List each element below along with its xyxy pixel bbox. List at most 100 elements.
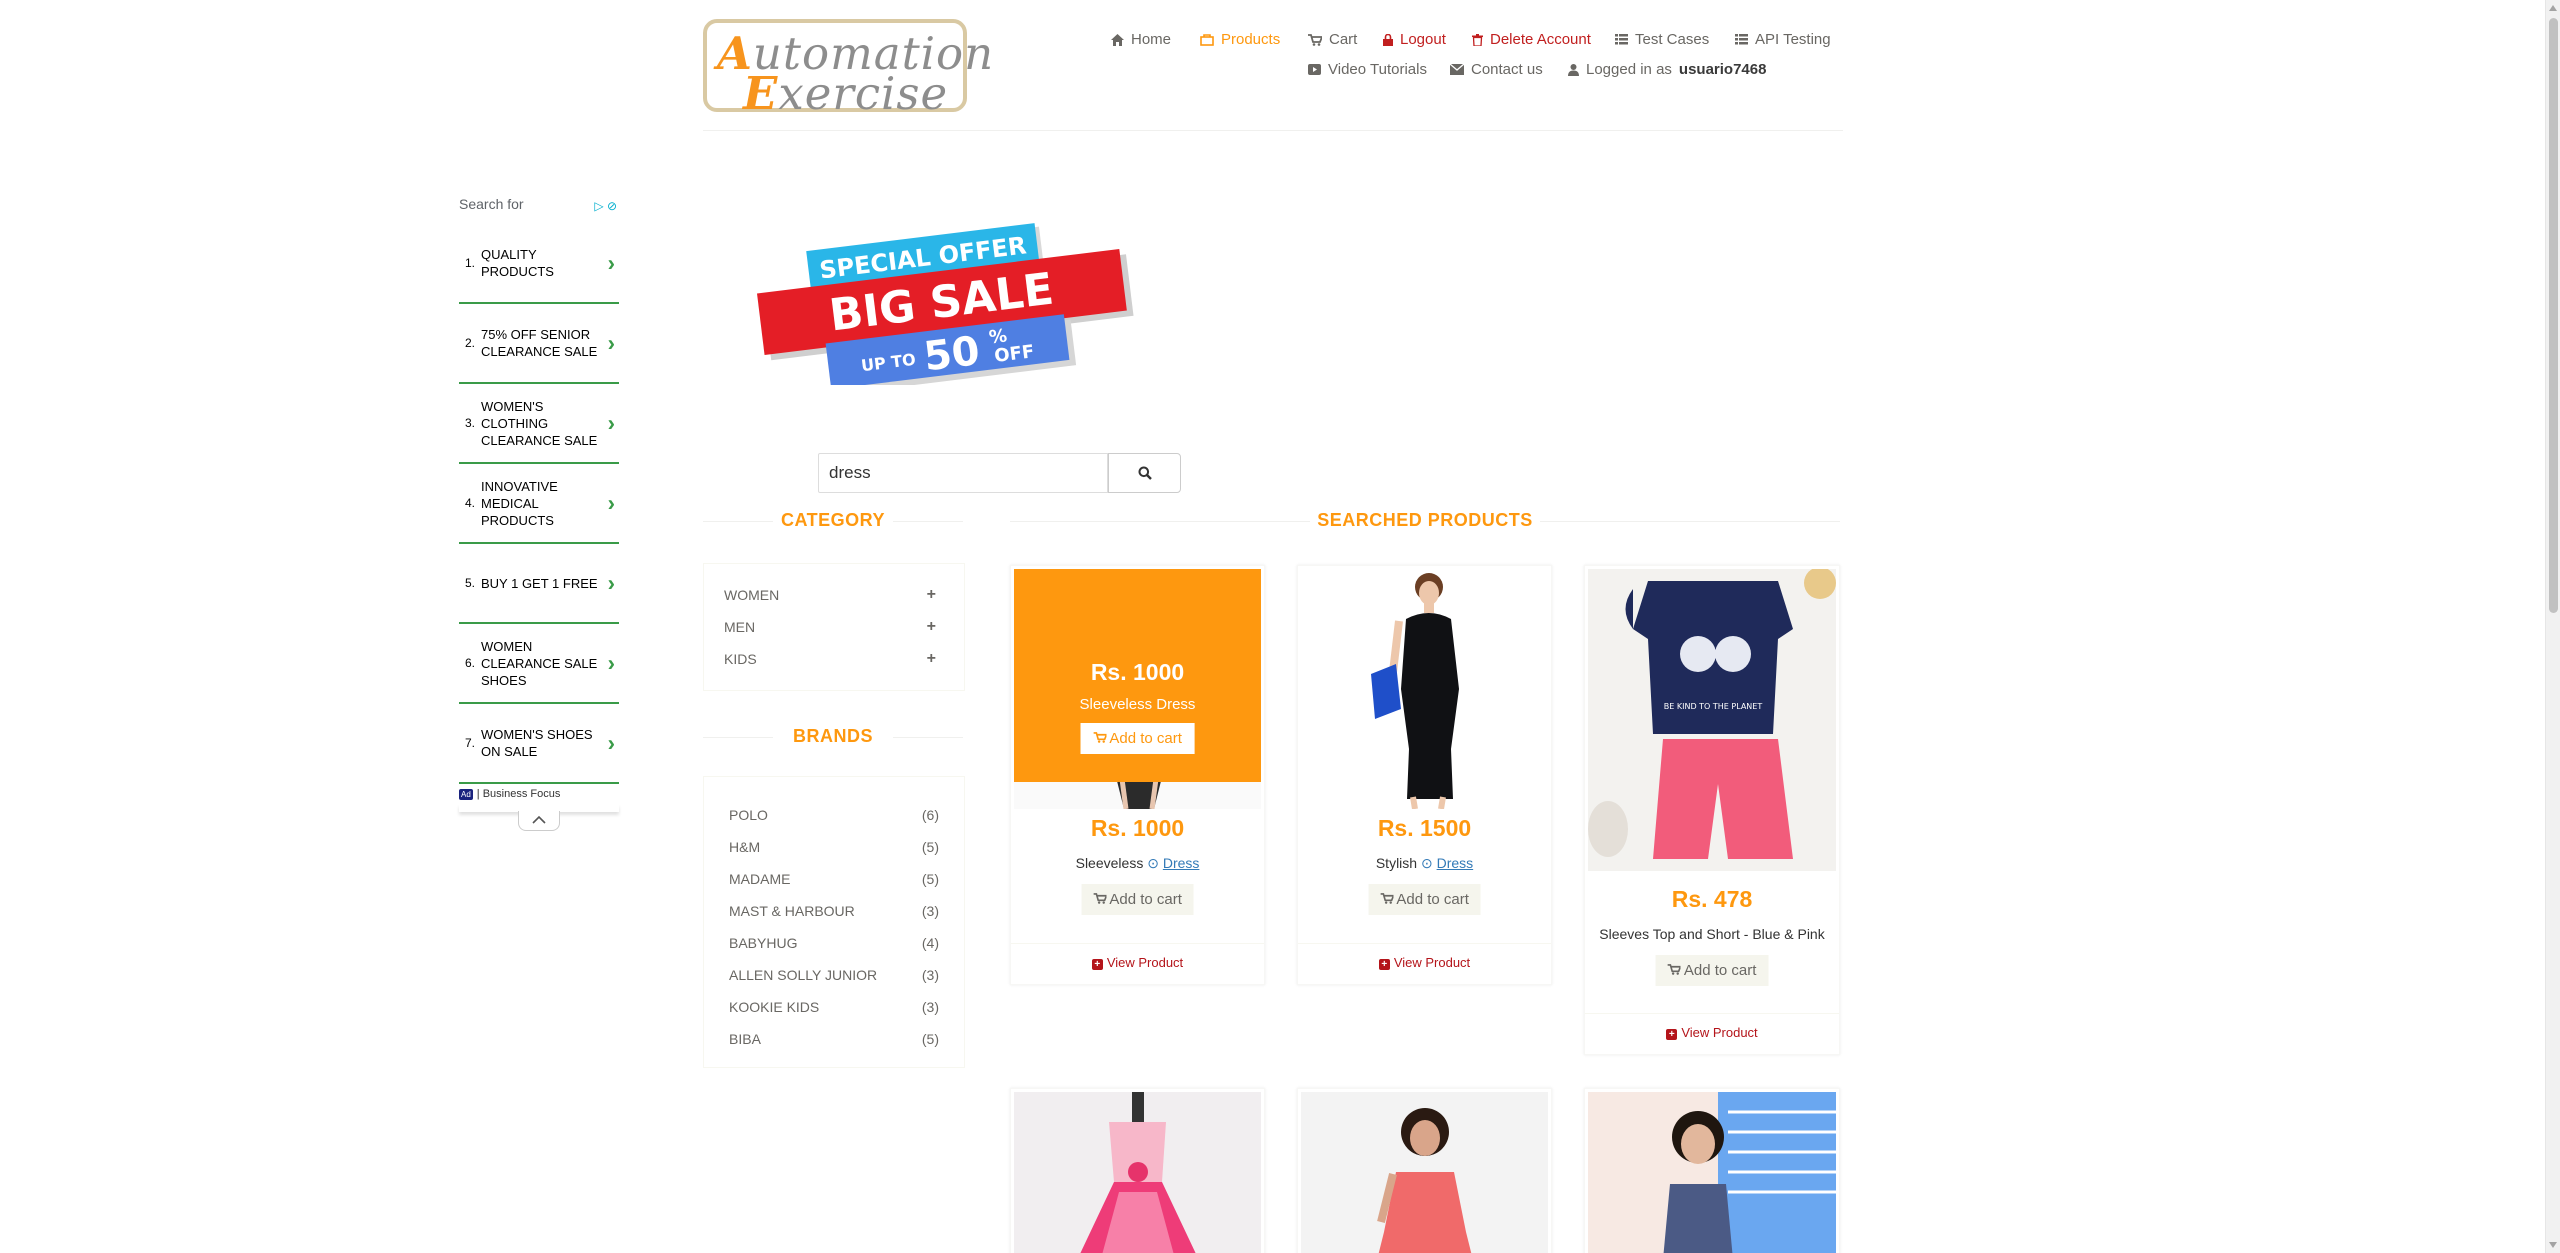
view-product-link[interactable]: + View Product xyxy=(1298,955,1551,970)
adchoices-icon[interactable]: ▷ ⊘ xyxy=(594,199,617,213)
banner-fifty: 50 xyxy=(921,328,982,380)
scroll-up-arrow[interactable] xyxy=(2549,5,2557,11)
header-divider xyxy=(703,130,1843,131)
brand-name: BIBA xyxy=(729,1031,761,1047)
ad-item[interactable]: 3. WOMEN'S CLOTHING CLEARANCE SALE › xyxy=(459,384,619,464)
list-icon xyxy=(1735,34,1748,45)
add-to-cart-label: Add to cart xyxy=(1109,891,1182,908)
scrollbar-thumb[interactable] xyxy=(2549,18,2558,613)
view-product-label: View Product xyxy=(1393,955,1471,970)
nav-products[interactable]: Products xyxy=(1200,31,1280,48)
home-icon xyxy=(1111,33,1124,46)
page-scrollbar[interactable] xyxy=(2545,0,2560,1253)
plus-square-icon: + xyxy=(1091,959,1103,970)
brands-panel: POLO (6) H&M (5) MADAME (5) MAST & HARBOUR (3) B… xyxy=(703,776,965,1068)
ad-item-text: BUY 1 GET 1 FREE xyxy=(481,575,598,591)
brand-item[interactable]: KOOKIE KIDS (3) xyxy=(704,991,964,1023)
add-to-cart-button[interactable]: Add to cart xyxy=(1655,955,1769,986)
envelope-icon xyxy=(1450,64,1464,75)
ad-item[interactable]: 4. INNOVATIVE MEDICAL PRODUCTS › xyxy=(459,464,619,544)
product-image: BE KIND TO THE PLANET xyxy=(1588,569,1836,871)
brand-item[interactable]: H&M (5) xyxy=(704,831,964,863)
cart-icon xyxy=(1093,732,1108,743)
plus-icon[interactable]: + xyxy=(927,650,936,668)
plus-square-icon: + xyxy=(1666,1029,1678,1040)
ad-item-number: 3. xyxy=(465,415,476,430)
view-product-link[interactable]: + View Product xyxy=(1011,955,1264,970)
chevron-right-icon: › xyxy=(607,250,615,276)
product-name-tag[interactable]: Dress xyxy=(1163,855,1200,871)
product-image xyxy=(1014,1092,1261,1253)
category-item[interactable]: WOMEN + xyxy=(704,579,964,611)
brand-count: (3) xyxy=(921,999,939,1015)
brand-item[interactable]: BABYHUG (4) xyxy=(704,927,964,959)
product-image xyxy=(1588,1092,1836,1253)
add-to-cart-button[interactable]: Add to cart xyxy=(1081,884,1194,915)
site-logo[interactable]: Automation Exercise xyxy=(703,19,993,120)
brand-item[interactable]: ALLEN SOLLY JUNIOR (3) xyxy=(704,959,964,991)
ad-footer-text: | Business Focus xyxy=(476,788,561,800)
ad-item-text: WOMEN'S SHOES ON SALE xyxy=(481,727,593,759)
ad-item-number: 5. xyxy=(465,575,476,590)
chevron-up-icon xyxy=(532,815,546,824)
ad-badge: Ad xyxy=(459,788,473,800)
nav-api-testing[interactable]: API Testing xyxy=(1735,31,1831,48)
user-icon xyxy=(1568,63,1579,76)
ad-item[interactable]: 7. WOMEN'S SHOES ON SALE › xyxy=(459,704,619,784)
ad-item-number: 2. xyxy=(465,335,476,350)
brand-item[interactable]: BIBA (5) xyxy=(704,1023,964,1055)
brand-item[interactable]: MADAME (5) xyxy=(704,863,964,895)
ad-search-for: Search for ▷ ⊘ xyxy=(459,196,619,224)
overlay-add-to-cart-label: Add to cart xyxy=(1109,730,1182,747)
nav-contact-us-label: Contact us xyxy=(1471,61,1543,78)
brand-name: MADAME xyxy=(729,871,791,887)
nav-contact-us[interactable]: Contact us xyxy=(1450,61,1543,78)
brand-name: POLO xyxy=(729,807,768,823)
brand-item[interactable]: MAST & HARBOUR (3) xyxy=(704,895,964,927)
product-card: Rs. 1500 Stylish ⊙ Dress Add to cart + Vi… xyxy=(1297,565,1552,985)
brand-count: (3) xyxy=(921,967,939,983)
search-submit-button[interactable] xyxy=(1108,453,1181,493)
nav-cart[interactable]: Cart xyxy=(1308,31,1357,48)
logo-text-exercise: Exercise xyxy=(743,67,949,120)
nav-logout[interactable]: Logout xyxy=(1383,31,1446,48)
chevron-right-icon: › xyxy=(607,730,615,756)
overlay-price: Rs. 1000 xyxy=(1090,659,1185,685)
cart-icon xyxy=(1380,893,1395,904)
ad-item[interactable]: 6. WOMEN CLEARANCE SALE SHOES › xyxy=(459,624,619,704)
plus-icon[interactable]: + xyxy=(927,586,936,604)
brands-title: BRANDS xyxy=(703,726,963,747)
ad-item[interactable]: 5. BUY 1 GET 1 FREE › xyxy=(459,544,619,624)
ad-item-number: 6. xyxy=(465,655,476,670)
ad-item[interactable]: 1. QUALITY PRODUCTS › xyxy=(459,224,619,304)
product-card xyxy=(1584,1088,1840,1253)
ad-footer[interactable]: Ad | Business Focus xyxy=(459,784,619,804)
overlay-add-to-cart-button[interactable]: Add to cart xyxy=(1080,723,1195,754)
category-label: KIDS xyxy=(724,651,757,667)
view-product-link[interactable]: + View Product xyxy=(1585,1025,1839,1040)
category-item[interactable]: MEN + xyxy=(704,611,964,643)
brand-item[interactable]: POLO (6) xyxy=(704,799,964,831)
ad-item-text: 75% OFF SENIOR CLEARANCE SALE xyxy=(481,327,598,359)
chevron-right-icon: › xyxy=(607,490,615,516)
add-to-cart-button[interactable]: Add to cart xyxy=(1368,884,1481,915)
scroll-down-arrow[interactable] xyxy=(2549,1242,2557,1248)
brand-name: MAST & HARBOUR xyxy=(729,903,855,919)
product-name-tag[interactable]: Dress xyxy=(1437,855,1474,871)
ad-item[interactable]: 2. 75% OFF SENIOR CLEARANCE SALE › xyxy=(459,304,619,384)
nav-test-cases[interactable]: Test Cases xyxy=(1615,31,1709,48)
plus-icon[interactable]: + xyxy=(927,618,936,636)
category-item[interactable]: KIDS + xyxy=(704,643,964,675)
ad-collapse-button[interactable] xyxy=(518,811,560,831)
card-divider xyxy=(1585,1013,1839,1014)
chevron-right-icon: › xyxy=(607,570,615,596)
search-product-input[interactable] xyxy=(818,453,1108,493)
ad-item-text: WOMEN CLEARANCE SALE SHOES xyxy=(481,638,598,688)
nav-home[interactable]: Home xyxy=(1111,31,1171,48)
nav-delete-account[interactable]: Delete Account xyxy=(1472,31,1591,48)
brand-count: (6) xyxy=(921,807,939,823)
product-card xyxy=(1297,1088,1552,1253)
nav-video-tutorials[interactable]: Video Tutorials xyxy=(1308,61,1427,78)
trash-icon xyxy=(1472,33,1483,46)
brand-name: KOOKIE KIDS xyxy=(729,999,820,1015)
